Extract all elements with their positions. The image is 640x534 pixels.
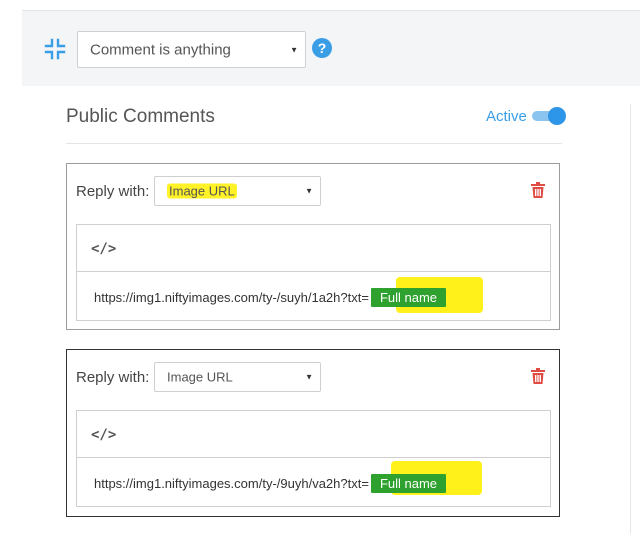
active-toggle[interactable] bbox=[532, 107, 566, 125]
editor-toolbar: </> bbox=[77, 225, 550, 272]
toggle-knob bbox=[548, 107, 566, 125]
trash-icon[interactable] bbox=[531, 368, 545, 384]
section-title: Public Comments bbox=[66, 106, 215, 127]
help-icon[interactable]: ? bbox=[312, 38, 332, 58]
reply-type-select[interactable]: Image URL ▼ bbox=[154, 176, 321, 206]
condition-select[interactable]: Comment is anything ▼ bbox=[77, 31, 306, 68]
trash-icon[interactable] bbox=[531, 182, 545, 198]
code-icon[interactable]: </> bbox=[91, 241, 116, 257]
condition-select-value: Comment is anything bbox=[90, 41, 231, 58]
section-divider bbox=[66, 143, 562, 144]
merge-tag-full-name[interactable]: Full name bbox=[370, 474, 447, 493]
reply-card: Reply with: Image URL ▼ </> https://img1… bbox=[66, 163, 560, 330]
chevron-down-icon: ▼ bbox=[305, 186, 313, 196]
merge-tag-full-name[interactable]: Full name bbox=[370, 288, 447, 307]
chevron-down-icon: ▼ bbox=[305, 372, 313, 382]
collapse-icon[interactable] bbox=[44, 38, 66, 60]
reply-with-label: Reply with: bbox=[76, 183, 150, 200]
code-icon[interactable]: </> bbox=[91, 427, 116, 443]
panel-border bbox=[630, 104, 631, 534]
reply-type-value: Image URL bbox=[167, 183, 237, 199]
editor-toolbar: </> bbox=[77, 411, 550, 458]
editor-content[interactable]: https://img1.niftyimages.com/ty-/suyh/1a… bbox=[94, 288, 447, 307]
highlighted-reply-type: Image URL bbox=[167, 183, 237, 199]
reply-type-select[interactable]: Image URL ▼ bbox=[154, 362, 321, 392]
editor-content[interactable]: https://img1.niftyimages.com/ty-/9uyh/va… bbox=[94, 474, 447, 493]
reply-type-value: Image URL bbox=[167, 369, 233, 385]
active-label: Active bbox=[486, 108, 527, 125]
chevron-down-icon: ▼ bbox=[290, 45, 298, 54]
reply-card: Reply with: Image URL ▼ </> https://img1… bbox=[66, 349, 560, 517]
image-url-text: https://img1.niftyimages.com/ty-/9uyh/va… bbox=[94, 476, 369, 491]
reply-with-label: Reply with: bbox=[76, 369, 150, 386]
image-url-text: https://img1.niftyimages.com/ty-/suyh/1a… bbox=[94, 290, 369, 305]
left-gutter bbox=[0, 0, 22, 534]
